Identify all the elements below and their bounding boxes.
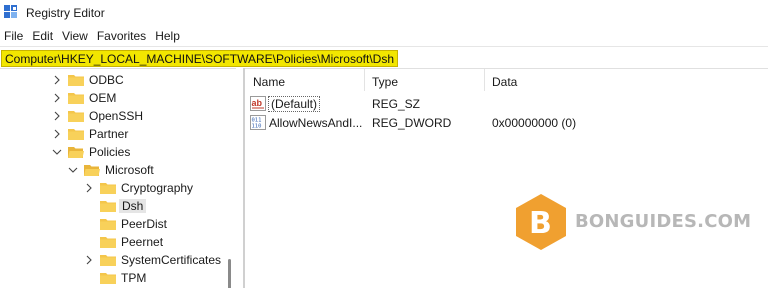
menu-help[interactable]: Help xyxy=(151,27,185,45)
tree-item-peerdist[interactable]: PeerDist xyxy=(84,215,167,233)
tree-item-label: OEM xyxy=(89,91,117,105)
menu-favorites[interactable]: Favorites xyxy=(93,27,151,45)
tree-item-label: Microsoft xyxy=(105,163,154,177)
folder-open-icon xyxy=(84,164,100,176)
value-type: REG_DWORD xyxy=(372,116,452,130)
chevron-right-icon[interactable] xyxy=(84,183,94,193)
tree-item-label: Partner xyxy=(89,127,129,141)
chevron-right-icon[interactable] xyxy=(52,75,62,85)
tree-item-odbc[interactable]: ODBC xyxy=(52,71,124,89)
chevron-right-icon[interactable] xyxy=(52,93,62,103)
address-bar[interactable]: Computer\HKEY_LOCAL_MACHINE\SOFTWARE\Pol… xyxy=(0,46,768,68)
address-path[interactable]: Computer\HKEY_LOCAL_MACHINE\SOFTWARE\Pol… xyxy=(1,50,398,67)
bonguides-logo-icon: B xyxy=(516,194,566,250)
folder-icon xyxy=(100,182,116,194)
tree-item-label: Peernet xyxy=(121,235,164,249)
folder-icon xyxy=(100,200,116,212)
column-divider[interactable] xyxy=(484,69,485,91)
value-name: AllowNewsAndI... xyxy=(269,116,363,130)
value-row[interactable]: ab (Default) REG_SZ xyxy=(245,95,765,113)
chevron-right-icon[interactable] xyxy=(84,255,94,265)
bonguides-watermark: B BONGUIDES.COM xyxy=(515,193,751,253)
tree-item-dsh[interactable]: Dsh xyxy=(84,197,147,215)
tree-item-label: ODBC xyxy=(89,73,124,87)
menu-file[interactable]: File xyxy=(0,27,28,45)
title-bar: Registry Editor xyxy=(0,0,768,26)
menu-view[interactable]: View xyxy=(58,27,93,45)
chevron-right-icon[interactable] xyxy=(52,129,62,139)
tree-item-label: Cryptography xyxy=(121,181,194,195)
menu-bar: File Edit View Favorites Help xyxy=(0,26,768,46)
tree-item-systemcertificates[interactable]: SystemCertificates xyxy=(84,251,221,269)
chevron-down-icon[interactable] xyxy=(52,147,62,157)
menu-edit[interactable]: Edit xyxy=(28,27,58,45)
value-row[interactable]: 011 110 AllowNewsAndI... REG_DWORD 0x000… xyxy=(245,114,765,132)
folder-icon xyxy=(100,218,116,230)
tree-item-label: Policies xyxy=(89,145,131,159)
binary-value-icon: 011 110 xyxy=(250,115,266,130)
tree-item-oem[interactable]: OEM xyxy=(52,89,116,107)
tree-item-label: PeerDist xyxy=(121,217,168,231)
tree-item-label: SystemCertificates xyxy=(121,253,222,267)
folder-icon xyxy=(68,92,84,104)
folder-icon xyxy=(68,74,84,86)
value-name: (Default) xyxy=(268,96,321,112)
values-list: Name Type Data ab (Default) REG_SZ 011 1… xyxy=(245,68,768,288)
svg-text:110: 110 xyxy=(252,124,262,130)
tree-item-label: Dsh xyxy=(119,199,147,213)
string-value-icon: ab xyxy=(250,96,266,111)
tree-item-microsoft[interactable]: Microsoft xyxy=(68,161,154,179)
watermark-text: BONGUIDES.COM xyxy=(575,211,752,232)
value-type: REG_SZ xyxy=(372,97,421,111)
value-data: 0x00000000 (0) xyxy=(492,116,577,130)
key-tree: ODBC OEM OpenSSH Partner Policies Micros… xyxy=(0,68,236,288)
regedit-icon xyxy=(4,5,18,19)
tree-item-tpm[interactable]: TPM xyxy=(84,269,146,287)
folder-icon xyxy=(68,128,84,140)
folder-icon xyxy=(100,236,116,248)
chevron-right-icon[interactable] xyxy=(52,111,62,121)
window-title: Registry Editor xyxy=(26,6,105,20)
folder-open-icon xyxy=(68,146,84,158)
tree-item-label: OpenSSH xyxy=(89,109,144,123)
svg-text:ab: ab xyxy=(252,98,263,108)
folder-icon xyxy=(100,254,116,266)
tree-item-partner[interactable]: Partner xyxy=(52,125,128,143)
tree-scrollbar[interactable] xyxy=(228,259,231,288)
tree-item-cryptography[interactable]: Cryptography xyxy=(84,179,193,197)
folder-icon xyxy=(100,272,116,284)
tree-item-policies[interactable]: Policies xyxy=(52,143,130,161)
column-header-name[interactable]: Name xyxy=(253,75,285,91)
column-header-type[interactable]: Type xyxy=(372,75,398,91)
chevron-down-icon[interactable] xyxy=(68,165,78,175)
tree-item-peernet[interactable]: Peernet xyxy=(84,233,163,251)
column-divider[interactable] xyxy=(364,69,365,91)
tree-item-openssh[interactable]: OpenSSH xyxy=(52,107,143,125)
watermark-letter: B xyxy=(529,206,552,241)
column-header-data[interactable]: Data xyxy=(492,75,517,91)
tree-item-label: TPM xyxy=(121,271,147,285)
folder-icon xyxy=(68,110,84,122)
